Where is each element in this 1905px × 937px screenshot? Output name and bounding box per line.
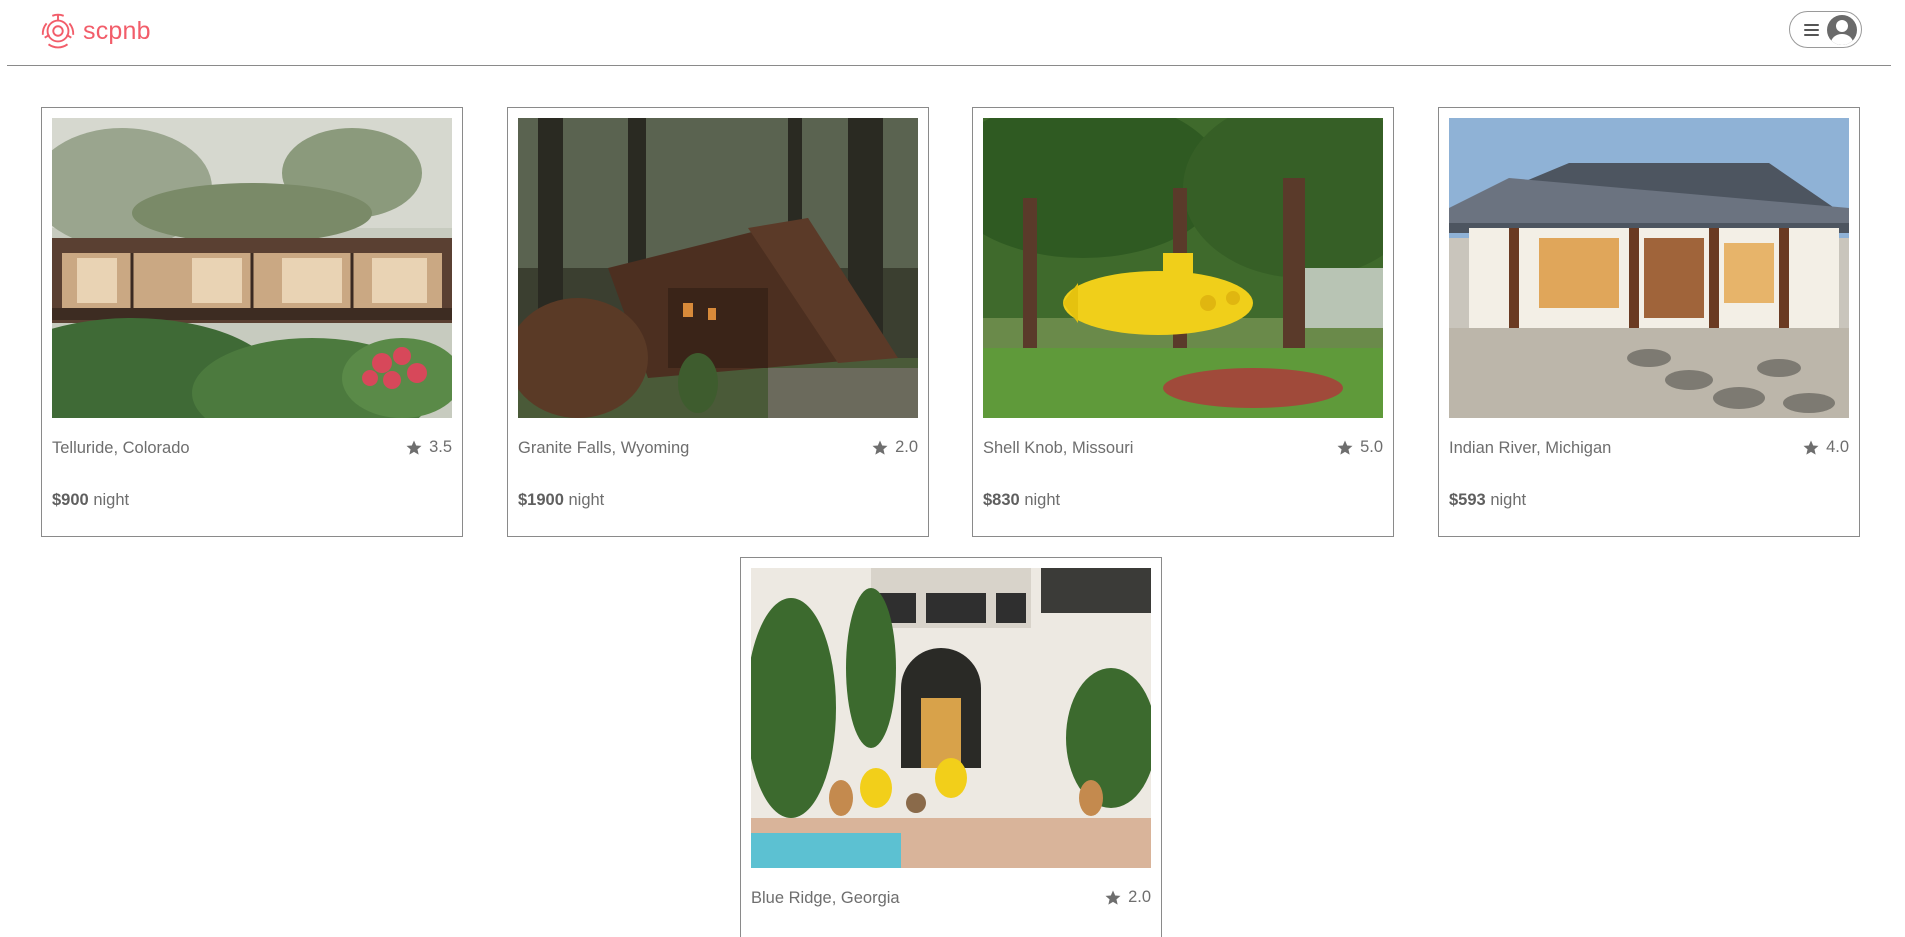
rating-value: 2.0 — [895, 438, 918, 456]
star-icon — [1105, 890, 1121, 905]
listing-photo[interactable] — [751, 568, 1151, 868]
listing-card[interactable]: Shell Knob, Missouri 5.0 $830 night — [972, 107, 1394, 537]
brand-name: scpnb — [83, 16, 151, 45]
price-amount: $830 — [983, 491, 1020, 509]
listing-rating: 3.5 — [405, 438, 452, 457]
price-unit: night — [568, 491, 605, 509]
listing-price: $1900 night — [518, 491, 604, 510]
rating-value: 5.0 — [1360, 438, 1383, 456]
top-navbar: scpnb — [7, 0, 1891, 66]
rating-value: 4.0 — [1826, 438, 1849, 456]
listing-card[interactable]: Blue Ridge, Georgia 2.0 — [740, 557, 1162, 937]
star-icon — [406, 440, 422, 455]
listing-location: Telluride, Colorado — [52, 439, 190, 457]
listing-rating: 4.0 — [1802, 438, 1849, 457]
hamburger-icon — [1804, 23, 1819, 36]
listing-location: Granite Falls, Wyoming — [518, 439, 690, 457]
star-icon — [872, 440, 888, 455]
listing-card[interactable]: Indian River, Michigan 4.0 $593 night — [1438, 107, 1860, 537]
listing-card[interactable]: Telluride, Colorado 3.5 $900 night — [41, 107, 463, 537]
listing-location: Shell Knob, Missouri — [983, 439, 1134, 457]
scp-logo-icon — [41, 13, 75, 49]
listing-rating: 5.0 — [1336, 438, 1383, 457]
listing-photo[interactable] — [1449, 118, 1849, 418]
price-unit: night — [1490, 491, 1527, 509]
listing-photo[interactable] — [518, 118, 918, 418]
listing-price: $830 night — [983, 491, 1060, 510]
listing-price: $900 night — [52, 491, 129, 510]
price-unit: night — [93, 491, 130, 509]
price-unit: night — [1024, 491, 1061, 509]
listing-rating: 2.0 — [1104, 888, 1151, 907]
star-icon — [1803, 440, 1819, 455]
listing-photo[interactable] — [983, 118, 1383, 418]
star-icon — [1337, 440, 1353, 455]
listing-location: Indian River, Michigan — [1449, 439, 1612, 457]
user-menu-button[interactable] — [1789, 11, 1862, 48]
listing-photo[interactable] — [52, 118, 452, 418]
brand-logo[interactable]: scpnb — [39, 12, 151, 50]
user-avatar-icon — [1827, 14, 1857, 45]
rating-value: 3.5 — [429, 438, 452, 456]
price-amount: $1900 — [518, 491, 564, 509]
listing-location: Blue Ridge, Georgia — [751, 889, 900, 907]
listing-card[interactable]: Granite Falls, Wyoming 2.0 $1900 night — [507, 107, 929, 537]
price-amount: $593 — [1449, 491, 1486, 509]
listing-rating: 2.0 — [871, 438, 918, 457]
price-amount: $900 — [52, 491, 89, 509]
rating-value: 2.0 — [1128, 888, 1151, 906]
listing-price: $593 night — [1449, 491, 1526, 510]
